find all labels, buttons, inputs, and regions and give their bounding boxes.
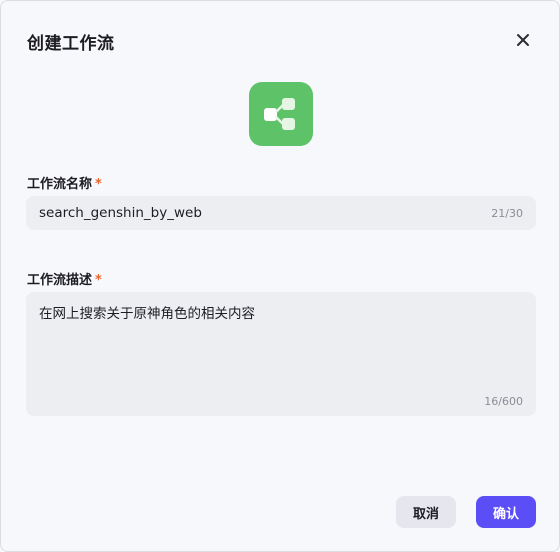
create-workflow-dialog: 创建工作流 工作流名称 * search_genshin_by_web 21/30… bbox=[0, 0, 560, 552]
workflow-icon[interactable] bbox=[249, 82, 313, 146]
name-label-text: 工作流名称 bbox=[27, 177, 93, 192]
required-mark: * bbox=[95, 177, 102, 192]
confirm-button[interactable]: 确认 bbox=[476, 496, 536, 528]
workflow-description-value: 在网上搜索关于原神角色的相关内容 bbox=[39, 306, 255, 322]
close-button[interactable] bbox=[510, 27, 536, 53]
required-mark: * bbox=[95, 273, 102, 288]
workflow-name-value: search_genshin_by_web bbox=[39, 205, 202, 221]
workflow-description-textarea[interactable]: 在网上搜索关于原神角色的相关内容 16/600 bbox=[26, 292, 536, 416]
description-char-count: 16/600 bbox=[484, 395, 523, 408]
cancel-button[interactable]: 取消 bbox=[396, 496, 456, 528]
name-char-count: 21/30 bbox=[491, 207, 523, 220]
name-label: 工作流名称 * bbox=[27, 173, 102, 192]
workflow-name-input[interactable]: search_genshin_by_web 21/30 bbox=[26, 196, 536, 230]
workflow-glyph bbox=[264, 98, 295, 130]
description-label: 工作流描述 * bbox=[27, 269, 102, 288]
dialog-title: 创建工作流 bbox=[27, 34, 115, 54]
close-icon bbox=[517, 34, 529, 46]
description-label-text: 工作流描述 bbox=[27, 273, 93, 288]
